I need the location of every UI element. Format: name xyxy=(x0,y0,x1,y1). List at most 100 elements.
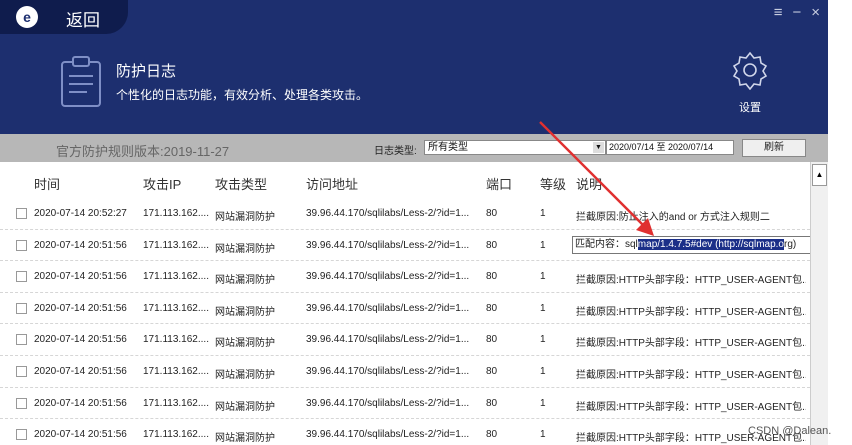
cell-type: 网站漏洞防护 xyxy=(215,306,275,318)
cell-ip: 171.113.162.... xyxy=(143,429,209,441)
table-row[interactable]: 2020-07-14 20:52:27 171.113.162.... 网站漏洞… xyxy=(0,198,810,230)
desc-suffix: rg) xyxy=(784,238,797,250)
log-type-label: 日志类型: xyxy=(374,146,417,157)
cell-ip: 171.113.162.... xyxy=(143,208,209,219)
window-edge xyxy=(828,0,852,445)
table-row[interactable]: 2020-07-14 20:51:56 171.113.162.... 网站漏洞… xyxy=(0,324,810,356)
cell-type: 网站漏洞防护 xyxy=(215,369,275,381)
row-checkbox[interactable] xyxy=(16,302,27,314)
row-checkbox[interactable] xyxy=(16,239,27,251)
vertical-scrollbar[interactable]: ▲ xyxy=(810,162,828,445)
cell-url: 39.96.44.170/sqlilabs/Less-2/?id=1... xyxy=(306,397,470,409)
cell-desc: 拦截原因:HTTP头部字段：HTTP_USER-AGENT包... xyxy=(576,369,806,381)
cell-desc: 拦截原因:HTTP头部字段：HTTP_USER-AGENT包... xyxy=(576,306,806,318)
row-checkbox[interactable] xyxy=(16,208,27,219)
cell-ip: 171.113.162.... xyxy=(143,239,209,251)
cell-port: 80 xyxy=(486,271,498,283)
filter-bar: 官方防护规则版本:2019-11-27 日志类型: 所有类型 ▼ 2020/07… xyxy=(0,134,828,162)
refresh-button[interactable]: 刷新 xyxy=(742,139,806,157)
close-icon[interactable]: × xyxy=(811,4,820,22)
cell-type: 网站漏洞防护 xyxy=(215,433,275,445)
col-port[interactable]: 端口 xyxy=(486,174,512,193)
cell-level: 1 xyxy=(540,271,546,283)
row-checkbox[interactable] xyxy=(16,397,27,409)
cell-url: 39.96.44.170/sqlilabs/Less-2/?id=1... xyxy=(306,208,470,219)
col-time[interactable]: 时间 xyxy=(34,174,60,193)
table-body: 2020-07-14 20:52:27 171.113.162.... 网站漏洞… xyxy=(0,198,812,445)
rule-version: 官方防护规则版本:2019-11-27 xyxy=(56,144,230,159)
row-checkbox[interactable] xyxy=(16,429,27,441)
cell-time: 2020-07-14 20:51:56 xyxy=(34,302,127,314)
cell-url: 39.96.44.170/sqlilabs/Less-2/?id=1... xyxy=(306,302,470,314)
cell-type: 网站漏洞防护 xyxy=(215,275,275,287)
cell-desc: 拦截原因:防止注入的and or 方式注入规则二 xyxy=(576,212,770,223)
header: e 返回 ≡ − × 防护日志 个性化的日志功能，有效分析、处理各类攻击。 设置 xyxy=(0,0,828,134)
cell-level: 1 xyxy=(540,302,546,314)
cell-ip: 171.113.162.... xyxy=(143,302,209,314)
minimize-icon[interactable]: − xyxy=(792,4,801,22)
watermark: CSDN @Dalean. xyxy=(748,425,832,437)
app-logo-icon: e xyxy=(16,6,38,28)
cell-level: 1 xyxy=(540,397,546,409)
log-type-select[interactable]: 所有类型 ▼ xyxy=(424,140,606,155)
cell-desc: 拦截原因:HTTP头部字段：HTTP_USER-AGENT包... xyxy=(576,338,806,350)
cell-port: 80 xyxy=(486,334,498,346)
cell-level: 1 xyxy=(540,365,546,377)
cell-url: 39.96.44.170/sqlilabs/Less-2/?id=1... xyxy=(306,239,470,251)
cell-port: 80 xyxy=(486,365,498,377)
desc-prefix: 匹配内容：sql xyxy=(575,238,638,250)
back-button[interactable]: 返回 xyxy=(66,6,100,31)
log-window: e 返回 ≡ − × 防护日志 个性化的日志功能，有效分析、处理各类攻击。 设置… xyxy=(0,0,852,445)
cell-time: 2020-07-14 20:52:27 xyxy=(34,208,127,219)
table-row[interactable]: 2020-07-14 20:51:56 171.113.162.... 网站漏洞… xyxy=(0,388,810,420)
scroll-up-icon[interactable]: ▲ xyxy=(812,164,827,186)
table-header: 时间 攻击IP 攻击类型 访问地址 端口 等级 说明 xyxy=(0,162,810,198)
cell-ip: 171.113.162.... xyxy=(143,365,209,377)
cell-time: 2020-07-14 20:51:56 xyxy=(34,397,127,409)
col-level[interactable]: 等级 xyxy=(540,174,566,193)
log-type-value: 所有类型 xyxy=(428,142,468,153)
cell-level: 1 xyxy=(540,239,546,251)
cell-url: 39.96.44.170/sqlilabs/Less-2/?id=1... xyxy=(306,334,470,346)
menu-icon[interactable]: ≡ xyxy=(774,4,783,22)
col-ip[interactable]: 攻击IP xyxy=(143,174,181,193)
cell-port: 80 xyxy=(486,239,498,251)
table-row[interactable]: 2020-07-14 20:51:56 171.113.162.... 网站漏洞… xyxy=(0,419,810,445)
cell-level: 1 xyxy=(540,429,546,441)
col-type[interactable]: 攻击类型 xyxy=(215,174,267,193)
cell-level: 1 xyxy=(540,334,546,346)
settings-button[interactable]: 设置 xyxy=(724,50,776,115)
cell-url: 39.96.44.170/sqlilabs/Less-2/?id=1... xyxy=(306,429,470,441)
row-checkbox[interactable] xyxy=(16,271,27,283)
back-tab[interactable]: e 返回 xyxy=(0,0,128,34)
table-row[interactable]: 2020-07-14 20:51:56 171.113.162.... 网站漏洞… xyxy=(0,261,810,293)
selected-text[interactable]: map/1.4.7.5#dev (http://sqlmap.o xyxy=(637,238,784,250)
cell-time: 2020-07-14 20:51:56 xyxy=(34,334,127,346)
table-row[interactable]: 2020-07-14 20:51:56 171.113.162.... 网站漏洞… xyxy=(0,356,810,388)
row-checkbox[interactable] xyxy=(16,334,27,346)
cell-time: 2020-07-14 20:51:56 xyxy=(34,271,127,283)
table-row[interactable]: 2020-07-14 20:51:56 171.113.162.... 网站漏洞… xyxy=(0,230,812,262)
cell-url: 39.96.44.170/sqlilabs/Less-2/?id=1... xyxy=(306,365,470,377)
cell-level: 1 xyxy=(540,208,546,219)
date-range-field[interactable]: 2020/07/14 至 2020/07/14 xyxy=(606,140,734,155)
window-controls: ≡ − × xyxy=(774,4,820,22)
cell-desc-editor[interactable]: 匹配内容：sqlmap/1.4.7.5#dev (http://sqlmap.o… xyxy=(572,235,812,254)
chevron-down-icon[interactable]: ▼ xyxy=(593,142,604,153)
page-subtitle: 个性化的日志功能，有效分析、处理各类攻击。 xyxy=(116,88,369,102)
col-url[interactable]: 访问地址 xyxy=(306,174,358,193)
cell-port: 80 xyxy=(486,302,498,314)
page-title: 防护日志 xyxy=(116,63,177,80)
cell-type: 网站漏洞防护 xyxy=(215,243,275,255)
col-desc[interactable]: 说明 xyxy=(576,174,602,193)
cell-type: 网站漏洞防护 xyxy=(215,401,275,413)
table-row[interactable]: 2020-07-14 20:51:56 171.113.162.... 网站漏洞… xyxy=(0,293,810,325)
cell-ip: 171.113.162.... xyxy=(143,271,209,283)
cell-ip: 171.113.162.... xyxy=(143,334,209,346)
cell-type: 网站漏洞防护 xyxy=(215,212,275,223)
cell-url: 39.96.44.170/sqlilabs/Less-2/?id=1... xyxy=(306,271,470,283)
cell-port: 80 xyxy=(486,429,498,441)
cell-type: 网站漏洞防护 xyxy=(215,338,275,350)
cell-desc: 拦截原因:HTTP头部字段：HTTP_USER-AGENT包... xyxy=(576,275,806,287)
row-checkbox[interactable] xyxy=(16,365,27,377)
